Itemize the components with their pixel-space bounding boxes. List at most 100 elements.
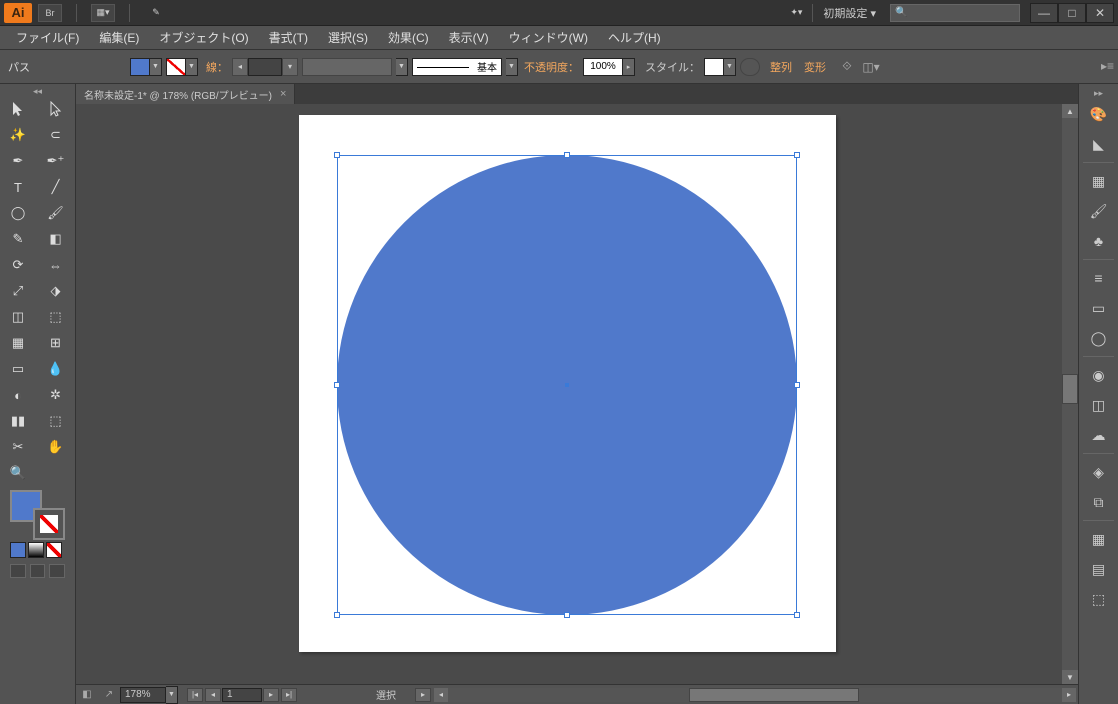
zoom-tool[interactable]: 🔍 <box>0 460 36 486</box>
status-icon-1[interactable]: ◧ <box>76 687 98 703</box>
pathfinder-icon[interactable]: ⬚ <box>1083 585 1115 613</box>
tools-collapse[interactable]: ◂◂ <box>0 86 75 96</box>
fill-dropdown[interactable]: ▼ <box>150 58 162 76</box>
scale-tool[interactable]: ⤢ <box>0 278 36 304</box>
brushes-panel-icon[interactable]: 🖌 <box>1083 197 1115 225</box>
status-flyout[interactable]: ▸ <box>415 688 431 702</box>
menu-help[interactable]: ヘルプ(H) <box>600 27 669 48</box>
handle-top-right[interactable] <box>794 152 800 158</box>
bridge-button[interactable]: Br <box>38 4 62 22</box>
close-button[interactable]: ✕ <box>1086 3 1114 23</box>
opacity-arrow[interactable]: ▸ <box>623 58 635 76</box>
slice-tool[interactable]: ✂ <box>0 434 36 460</box>
curvature-tool[interactable]: ✒⁺ <box>38 148 74 174</box>
vscroll-thumb[interactable] <box>1062 374 1078 404</box>
eyedropper-tool[interactable]: 💧 <box>38 356 74 382</box>
stroke-weight-stepper[interactable]: ◂▾ <box>232 58 298 76</box>
menu-effect[interactable]: 効果(C) <box>380 27 437 48</box>
stroke-panel-icon[interactable]: ≡ <box>1083 264 1115 292</box>
color-mode-gradient[interactable] <box>28 542 44 558</box>
symbol-sprayer-tool[interactable]: ✲ <box>38 382 74 408</box>
menu-window[interactable]: ウィンドウ(W) <box>501 27 596 48</box>
graphic-styles-icon[interactable]: ◫ <box>1083 391 1115 419</box>
workspace-preset-label[interactable]: 初期設定 ▾ <box>817 5 882 21</box>
style-arrow[interactable]: ▼ <box>724 58 736 76</box>
menu-type[interactable]: 書式(T) <box>261 27 316 48</box>
maximize-button[interactable]: □ <box>1058 3 1086 23</box>
pen-tool[interactable]: ✒ <box>0 148 36 174</box>
align-panel-icon[interactable]: ▤ <box>1083 555 1115 583</box>
stroke-color[interactable] <box>33 508 65 540</box>
swatches-panel-icon[interactable]: ▦ <box>1083 167 1115 195</box>
horizontal-scrollbar[interactable]: ◂ ▸ <box>434 688 1076 702</box>
ellipse-tool[interactable]: ◯ <box>0 200 36 226</box>
zoom-dropdown[interactable]: ▼ <box>166 686 178 704</box>
artboard-tool[interactable]: ⬚ <box>38 408 74 434</box>
color-mode-solid[interactable] <box>10 542 26 558</box>
gpu-button[interactable]: ✎ <box>144 4 168 22</box>
document-tab-close[interactable]: × <box>280 88 286 100</box>
recolor-button[interactable] <box>740 58 760 76</box>
brush-drop-arrow[interactable]: ▼ <box>396 58 408 76</box>
handle-mid-left[interactable] <box>334 382 340 388</box>
line-style-dropdown[interactable]: 基本 <box>412 58 502 76</box>
handle-top-left[interactable] <box>334 152 340 158</box>
document-tab[interactable]: 名称未設定-1* @ 178% (RGB/プレビュー) × <box>76 84 295 104</box>
handle-mid-right[interactable] <box>794 382 800 388</box>
menu-edit[interactable]: 編集(E) <box>91 27 147 48</box>
vertical-scrollbar[interactable]: ▲ ▼ <box>1062 104 1078 684</box>
artboards-panel-icon[interactable]: ⧉ <box>1083 488 1115 516</box>
scroll-right-button[interactable]: ▸ <box>1062 688 1076 702</box>
selection-tool[interactable] <box>0 96 36 122</box>
sync-button[interactable]: ✦▾ <box>784 5 808 20</box>
appearance-panel-icon[interactable]: ◉ <box>1083 361 1115 389</box>
screen-present[interactable] <box>49 564 65 578</box>
color-mode-none[interactable] <box>46 542 62 558</box>
line-style-arrow[interactable]: ▼ <box>506 58 518 76</box>
brush-dropdown[interactable] <box>302 58 392 76</box>
zoom-input[interactable]: 178% <box>120 687 166 703</box>
stroke-dropdown[interactable]: ▼ <box>186 58 198 76</box>
blend-tool[interactable]: ◐ <box>0 382 36 408</box>
scroll-left-button[interactable]: ◂ <box>434 688 448 702</box>
mesh-tool[interactable]: ⊞ <box>38 330 74 356</box>
handle-bottom-mid[interactable] <box>564 612 570 618</box>
handle-bottom-right[interactable] <box>794 612 800 618</box>
free-transform-tool[interactable]: ◫ <box>0 304 36 330</box>
menu-file[interactable]: ファイル(F) <box>8 27 87 48</box>
shape-builder-tool[interactable]: ⬚ <box>38 304 74 330</box>
hscroll-thumb[interactable] <box>689 688 859 702</box>
last-artboard-button[interactable]: ▸| <box>281 688 297 702</box>
stroke-swatch[interactable] <box>166 58 186 76</box>
artboard-number[interactable]: 1 <box>222 688 262 702</box>
menu-select[interactable]: 選択(S) <box>320 27 376 48</box>
control-flyout[interactable]: ▸≡ <box>1101 59 1114 73</box>
pencil-tool[interactable]: ✎ <box>0 226 36 252</box>
libraries-icon[interactable]: ☁ <box>1083 421 1115 449</box>
menu-view[interactable]: 表示(V) <box>441 27 497 48</box>
fill-swatch[interactable] <box>130 58 150 76</box>
arrange-docs-button[interactable]: ▦▾ <box>91 4 115 22</box>
rightstrip-collapse[interactable]: ▸▸ <box>1079 88 1118 98</box>
transform-link[interactable]: 変形 <box>804 59 826 75</box>
mask-icon[interactable]: ◫▾ <box>862 59 880 75</box>
next-artboard-button[interactable]: ▸ <box>263 688 279 702</box>
selection-bounding-box[interactable] <box>337 155 797 615</box>
rotate-tool[interactable]: ⟳ <box>0 252 36 278</box>
minimize-button[interactable]: — <box>1030 3 1058 23</box>
layers-panel-icon[interactable]: ◈ <box>1083 458 1115 486</box>
line-tool[interactable]: ╱ <box>38 174 74 200</box>
eraser-tool[interactable]: ◧ <box>38 226 74 252</box>
canvas[interactable]: ▲ ▼ <box>76 104 1078 684</box>
transparency-panel-icon[interactable]: ◯ <box>1083 324 1115 352</box>
opacity-input[interactable]: 100% <box>583 58 623 76</box>
screen-full[interactable] <box>30 564 46 578</box>
color-guide-icon[interactable]: ◣ <box>1083 130 1115 158</box>
paintbrush-tool[interactable]: 🖌 <box>38 200 74 226</box>
screen-normal[interactable] <box>10 564 26 578</box>
fill-stroke-control[interactable] <box>10 490 65 540</box>
column-graph-tool[interactable]: ▮▮ <box>0 408 36 434</box>
perspective-tool[interactable]: ▦ <box>0 330 36 356</box>
isolate-icon[interactable]: ⟐ <box>838 59 856 75</box>
handle-top-mid[interactable] <box>564 152 570 158</box>
